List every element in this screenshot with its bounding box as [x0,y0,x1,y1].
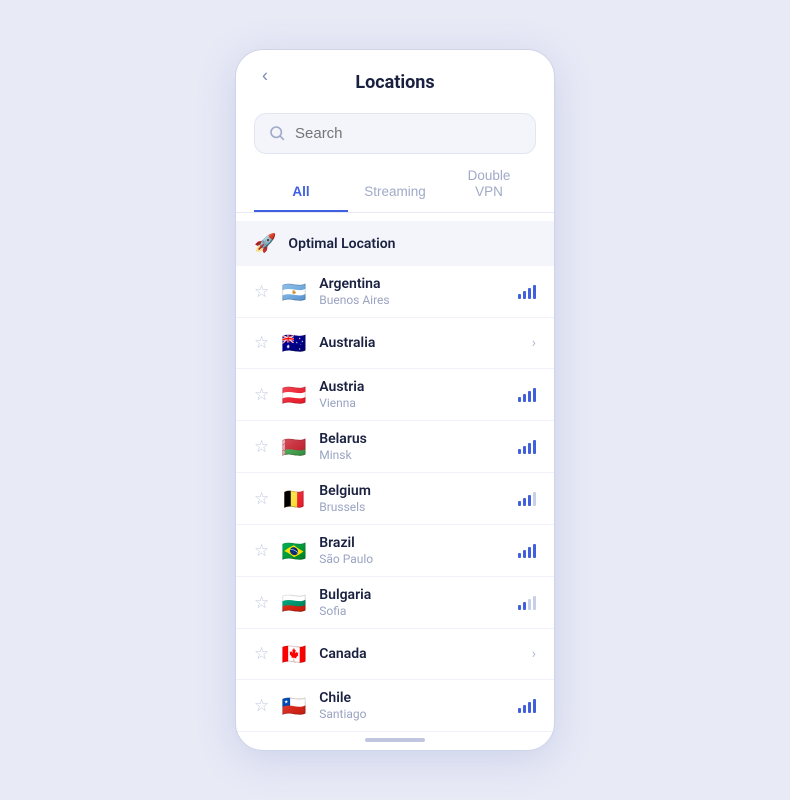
location-city: Sofia [319,604,508,618]
location-name: Canada [319,646,522,662]
search-bar [254,113,536,154]
location-name: Chile [319,690,508,706]
search-input[interactable] [295,125,521,142]
flag-icon: 🇦🇺 [279,328,309,358]
favorite-button[interactable]: ☆ [254,333,269,353]
location-info: Bulgaria Sofia [319,587,508,618]
location-name: Belarus [319,431,508,447]
location-info: Austria Vienna [319,379,508,410]
location-info: Australia [319,335,522,351]
list-item[interactable]: ☆ 🇧🇾 Belarus Minsk [236,421,554,473]
location-name: Bulgaria [319,587,508,603]
signal-icon [518,388,536,402]
favorite-button[interactable]: ☆ [254,437,269,457]
back-button[interactable]: ‹ [254,62,276,91]
favorite-button[interactable]: ☆ [254,489,269,509]
location-info: Argentina Buenos Aires [319,276,508,307]
phone-shell: ‹ Locations All Streaming DoubleVPN 🚀 Op… [235,49,555,751]
signal-icon [518,285,536,299]
location-city: Minsk [319,448,508,462]
flag-icon: 🇦🇹 [279,380,309,410]
chevron-right-icon: › [532,646,536,662]
location-info: Chile Santiago [319,690,508,721]
favorite-button[interactable]: ☆ [254,385,269,405]
list-item[interactable]: ☆ 🇨🇦 Canada › [236,629,554,680]
flag-icon: 🇨🇦 [279,639,309,669]
location-list: ☆ 🇦🇷 Argentina Buenos Aires ☆ 🇦🇺 Austral… [236,266,554,732]
list-item[interactable]: ☆ 🇧🇷 Brazil São Paulo [236,525,554,577]
flag-icon: 🇦🇷 [279,277,309,307]
scroll-indicator [365,738,425,742]
location-city: Buenos Aires [319,293,508,307]
optimal-location-row[interactable]: 🚀 Optimal Location [236,221,554,266]
location-name: Austria [319,379,508,395]
location-city: Brussels [319,500,508,514]
location-name: Belgium [319,483,508,499]
location-info: Belarus Minsk [319,431,508,462]
flag-icon: 🇧🇷 [279,536,309,566]
header: ‹ Locations [236,50,554,103]
location-name: Argentina [319,276,508,292]
signal-icon [518,544,536,558]
location-city: São Paulo [319,552,508,566]
location-city: Vienna [319,396,508,410]
page-title: Locations [355,72,434,93]
list-item[interactable]: ☆ 🇦🇹 Austria Vienna [236,369,554,421]
signal-icon [518,699,536,713]
chevron-right-icon: › [532,335,536,351]
location-info: Brazil São Paulo [319,535,508,566]
location-name: Australia [319,335,522,351]
signal-icon [518,492,536,506]
location-info: Canada [319,646,522,662]
tab-streaming[interactable]: Streaming [348,183,442,213]
location-name: Brazil [319,535,508,551]
list-item[interactable]: ☆ 🇧🇬 Bulgaria Sofia [236,577,554,629]
flag-icon: 🇧🇾 [279,432,309,462]
favorite-button[interactable]: ☆ [254,696,269,716]
favorite-button[interactable]: ☆ [254,541,269,561]
tabs-bar: All Streaming DoubleVPN [236,154,554,213]
flag-icon: 🇧🇪 [279,484,309,514]
favorite-button[interactable]: ☆ [254,644,269,664]
list-item[interactable]: ☆ 🇨🇱 Chile Santiago [236,680,554,732]
list-item[interactable]: ☆ 🇧🇪 Belgium Brussels [236,473,554,525]
optimal-location-label: Optimal Location [288,236,395,252]
flag-icon: 🇨🇱 [279,691,309,721]
tab-double-vpn[interactable]: DoubleVPN [442,168,536,212]
favorite-button[interactable]: ☆ [254,282,269,302]
favorite-button[interactable]: ☆ [254,593,269,613]
back-icon: ‹ [262,66,268,87]
search-icon [269,125,285,141]
optimal-icon: 🚀 [254,233,276,254]
tab-all[interactable]: All [254,183,348,213]
list-item[interactable]: ☆ 🇦🇺 Australia › [236,318,554,369]
location-city: Santiago [319,707,508,721]
signal-icon [518,440,536,454]
flag-icon: 🇧🇬 [279,588,309,618]
signal-icon [518,596,536,610]
location-info: Belgium Brussels [319,483,508,514]
list-item[interactable]: ☆ 🇦🇷 Argentina Buenos Aires [236,266,554,318]
